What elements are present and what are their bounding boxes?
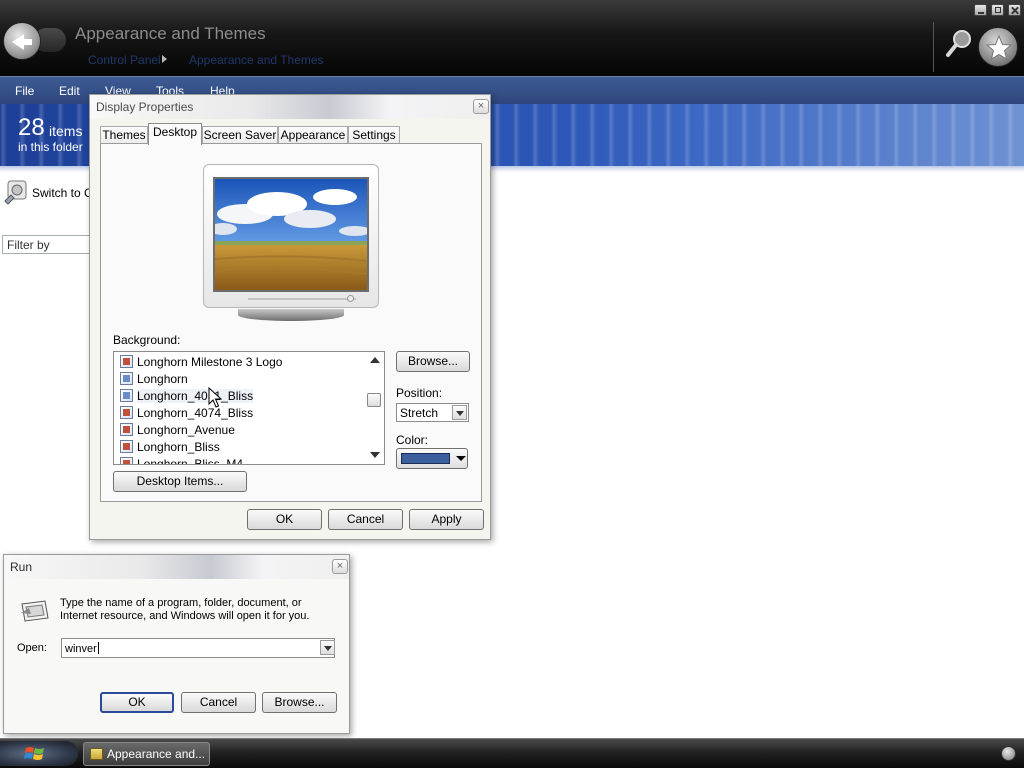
image-file-icon xyxy=(120,423,133,436)
background-label: Background: xyxy=(113,333,181,347)
wallpaper-image xyxy=(215,179,367,290)
toolbar-divider xyxy=(933,22,934,72)
taskbar-button-label: Appearance and... xyxy=(107,747,206,761)
scroll-down-icon[interactable] xyxy=(370,452,380,458)
mouse-cursor-icon xyxy=(208,387,222,408)
image-file-icon xyxy=(120,440,133,453)
close-window-button[interactable] xyxy=(1008,4,1021,16)
position-value: Stretch xyxy=(400,406,439,420)
taskbar-button-appearance[interactable]: Appearance and... xyxy=(83,742,210,766)
run-title: Run xyxy=(10,560,33,574)
item-count-label: items xyxy=(49,123,83,139)
list-item[interactable]: Longhorn_4051_Bliss xyxy=(120,387,370,404)
run-title-bar[interactable]: Run × xyxy=(4,555,349,579)
close-icon[interactable]: × xyxy=(332,559,348,574)
run-cancel-button[interactable]: Cancel xyxy=(181,692,256,713)
maximize-button[interactable] xyxy=(991,4,1004,16)
window-title: Appearance and Themes xyxy=(75,24,266,43)
menu-edit[interactable]: Edit xyxy=(59,84,80,98)
text-caret xyxy=(97,642,99,654)
back-button[interactable] xyxy=(3,22,41,60)
item-count-subtitle: in this folder xyxy=(18,140,83,154)
minimize-button[interactable] xyxy=(974,4,987,16)
open-combobox[interactable]: winver xyxy=(61,638,335,658)
wallpaper-preview-image xyxy=(213,177,369,292)
list-item[interactable]: Longhorn_Bliss xyxy=(120,438,370,455)
tab-appearance[interactable]: Appearance xyxy=(278,126,348,144)
power-indicator-icon xyxy=(347,295,354,302)
cancel-button[interactable]: Cancel xyxy=(328,509,403,530)
breadcrumb-separator-icon xyxy=(162,55,167,63)
tab-screen-saver[interactable]: Screen Saver xyxy=(202,126,278,144)
dialog-title: Display Properties xyxy=(96,100,194,114)
background-list[interactable]: Longhorn Milestone 3 Logo Longhorn Longh… xyxy=(113,351,385,465)
list-item[interactable]: Longhorn_Bliss_M4 xyxy=(120,455,370,464)
explorer-title-bar: Appearance and Themes Control Panel Appe… xyxy=(0,0,1024,76)
search-magnifier-icon[interactable] xyxy=(944,28,974,60)
image-file-icon xyxy=(120,389,133,402)
position-label: Position: xyxy=(396,386,443,400)
display-properties-dialog: Display Properties × Themes Desktop Scre… xyxy=(89,94,491,540)
tab-themes[interactable]: Themes xyxy=(100,126,148,144)
menu-file[interactable]: File xyxy=(15,84,34,98)
list-item[interactable]: Longhorn_4074_Bliss xyxy=(120,404,370,421)
close-icon[interactable]: × xyxy=(473,99,489,114)
open-input-value: winver xyxy=(65,643,97,655)
ok-button[interactable]: OK xyxy=(247,509,322,530)
star-icon xyxy=(985,34,1013,61)
run-description: Type the name of a program, folder, docu… xyxy=(60,597,310,622)
breadcrumb-appearance-and-themes[interactable]: Appearance and Themes xyxy=(189,53,324,67)
item-count: 28 xyxy=(18,114,45,141)
open-label: Open: xyxy=(17,642,47,654)
image-file-icon xyxy=(120,406,133,419)
notification-area-icon[interactable] xyxy=(1001,746,1016,761)
run-program-icon xyxy=(21,600,49,622)
list-item[interactable]: Longhorn_Avenue xyxy=(120,421,370,438)
run-browse-button[interactable]: Browse... xyxy=(262,692,337,713)
run-ok-button[interactable]: OK xyxy=(100,692,174,713)
browse-button[interactable]: Browse... xyxy=(396,351,470,372)
monitor-stand xyxy=(238,309,344,321)
breadcrumb-control-panel[interactable]: Control Panel xyxy=(88,53,161,67)
scroll-up-icon[interactable] xyxy=(370,357,380,363)
apply-button[interactable]: Apply xyxy=(409,509,484,530)
image-file-icon xyxy=(120,372,133,385)
filter-input[interactable]: Filter by xyxy=(2,235,90,254)
monitor-preview xyxy=(203,164,379,308)
position-select[interactable]: Stretch xyxy=(396,403,469,422)
desktop-items-button[interactable]: Desktop Items... xyxy=(113,471,247,492)
control-panel-icon[interactable] xyxy=(2,177,32,207)
windows-logo-icon xyxy=(24,747,44,760)
run-dialog: Run × Type the name of a program, folder… xyxy=(3,554,350,734)
tab-settings[interactable]: Settings xyxy=(348,126,400,144)
image-file-icon xyxy=(120,457,133,464)
chevron-down-icon[interactable] xyxy=(320,640,335,655)
dialog-title-bar[interactable]: Display Properties × xyxy=(90,95,490,119)
start-button[interactable] xyxy=(0,741,78,766)
taskbar: Appearance and... xyxy=(0,738,1024,768)
color-picker-button[interactable] xyxy=(396,448,468,469)
chevron-down-icon xyxy=(456,456,466,461)
list-item[interactable]: Longhorn Milestone 3 Logo xyxy=(120,353,370,370)
tab-desktop[interactable]: Desktop xyxy=(148,123,202,145)
chevron-down-icon[interactable] xyxy=(452,405,467,420)
scrollbar-thumb[interactable] xyxy=(367,393,381,407)
open-dropdown[interactable] xyxy=(319,640,335,656)
folder-icon xyxy=(90,748,103,760)
color-swatch xyxy=(401,453,450,464)
list-item[interactable]: Longhorn xyxy=(120,370,370,387)
image-file-icon xyxy=(120,355,133,368)
color-label: Color: xyxy=(396,433,429,447)
filter-placeholder: Filter by xyxy=(7,238,50,252)
favorites-button[interactable] xyxy=(978,27,1018,67)
